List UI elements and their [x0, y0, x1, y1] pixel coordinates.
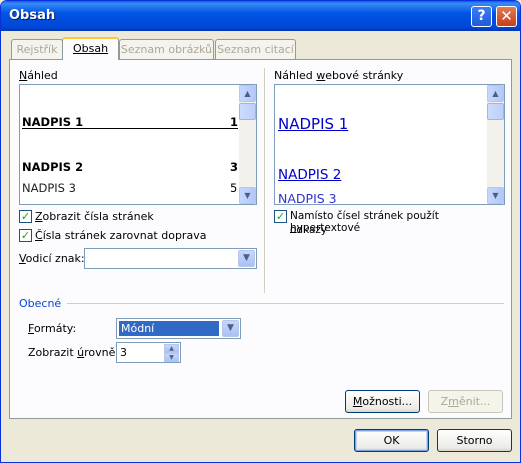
web-preview-scrollbar[interactable]: ▲ ▼	[487, 85, 504, 204]
scroll-down-icon[interactable]: ▼	[239, 187, 256, 204]
align-right-checkbox[interactable]: ✓	[19, 229, 32, 242]
leader-select[interactable]: ▼	[84, 248, 257, 269]
formats-select[interactable]: Módní ▼	[116, 318, 241, 339]
title-bar[interactable]: Obsah ? ✕	[1, 1, 520, 31]
print-entry-1: NADPIS 1	[22, 115, 84, 129]
column-separator	[264, 68, 266, 293]
tab-panel: Náhled NADPIS 1 1 NADPIS 2 3 NADPIS 3 5 …	[9, 59, 512, 419]
options-button[interactable]: Možnosti...	[345, 390, 420, 413]
ok-button[interactable]: OK	[354, 429, 429, 452]
dialog-window: Obsah ? ✕ Rejstřík Obsah Seznam obrázků …	[0, 0, 521, 463]
close-button[interactable]: ✕	[496, 6, 517, 27]
tab-seznam-citaci[interactable]: Seznam citací	[215, 39, 296, 59]
window-title: Obsah	[9, 8, 56, 23]
formats-selected-value: Módní	[119, 321, 219, 336]
tab-seznam-obrazku[interactable]: Seznam obrázků	[119, 39, 214, 59]
scroll-up-icon[interactable]: ▲	[239, 85, 256, 102]
print-entry-2-page: 3	[230, 160, 239, 174]
modify-button[interactable]: Změnit...	[428, 390, 503, 413]
levels-spinner[interactable]: 3 ▲ ▼	[116, 342, 181, 363]
use-hyperlinks-label-line2[interactable]: odkazy	[290, 224, 327, 236]
scroll-thumb[interactable]	[487, 103, 504, 120]
chevron-down-icon[interactable]: ▼	[222, 320, 239, 337]
print-entry-3: NADPIS 3	[22, 181, 76, 195]
print-entry-3-page: 5	[230, 181, 238, 195]
web-preview-label: Náhled webové stránky	[274, 69, 404, 82]
web-preview: NADPIS 1 NADPIS 2 NADPIS 3 ▲ ▼	[274, 84, 505, 205]
print-entry-1-page: 1	[230, 115, 239, 129]
print-preview: NADPIS 1 1 NADPIS 2 3 NADPIS 3 5 ▲ ▼	[19, 84, 257, 205]
web-entry-1[interactable]: NADPIS 1	[278, 115, 348, 133]
show-page-numbers-label[interactable]: Zobrazit čísla stránek	[35, 210, 154, 223]
web-entry-3[interactable]: NADPIS 3	[278, 191, 337, 204]
print-entry-2: NADPIS 2	[22, 160, 84, 174]
align-right-label[interactable]: Čísla stránek zarovnat doprava	[35, 229, 206, 242]
formats-label: Formáty:	[28, 322, 77, 335]
leader-label: Vodicí znak:	[19, 252, 85, 265]
general-group-line	[67, 303, 504, 304]
scroll-down-icon[interactable]: ▼	[487, 187, 504, 204]
levels-label: Zobrazit úrovně:	[28, 346, 120, 359]
scroll-thumb[interactable]	[239, 103, 256, 120]
print-preview-label: Náhled	[19, 69, 58, 82]
cancel-button[interactable]: Storno	[437, 429, 512, 452]
show-page-numbers-checkbox[interactable]: ✓	[19, 210, 32, 223]
spin-up-icon[interactable]: ▲	[164, 344, 179, 353]
print-entry-1-rule	[22, 128, 238, 129]
use-hyperlinks-checkbox[interactable]: ✓	[274, 210, 287, 223]
web-entry-2[interactable]: NADPIS 2	[278, 167, 341, 183]
general-group-heading: Obecné	[19, 297, 62, 310]
scroll-up-icon[interactable]: ▲	[487, 85, 504, 102]
spin-down-icon[interactable]: ▼	[164, 353, 179, 362]
tab-rejstrik[interactable]: Rejstřík	[11, 39, 63, 59]
print-preview-scrollbar[interactable]: ▲ ▼	[239, 85, 256, 204]
tab-obsah[interactable]: Obsah	[62, 37, 119, 60]
help-button[interactable]: ?	[471, 6, 492, 27]
chevron-down-icon[interactable]: ▼	[238, 250, 255, 267]
